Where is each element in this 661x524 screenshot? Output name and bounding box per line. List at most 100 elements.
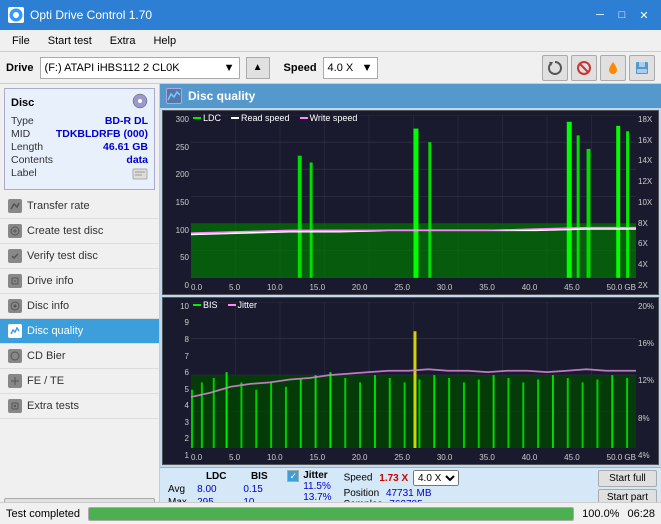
- ldc-y-labels-left: 300250200150100500: [163, 111, 191, 294]
- nav-verify-test-disc-label: Verify test disc: [27, 250, 98, 262]
- menu-start-test[interactable]: Start test: [40, 33, 100, 49]
- type-value: BD-R DL: [105, 115, 148, 127]
- col-bis: BIS: [239, 470, 279, 483]
- mid-value: TDKBLDRFB (000): [56, 128, 148, 140]
- drive-select[interactable]: (F:) ATAPI iHBS112 2 CL0K ▼: [40, 57, 240, 79]
- create-test-disc-icon: [8, 224, 22, 238]
- nav-cd-bier-label: CD Bier: [27, 350, 66, 362]
- drive-info-icon: [8, 274, 22, 288]
- toolbar-icons: [542, 55, 655, 81]
- action-buttons: Start full Start part: [598, 470, 657, 506]
- ldc-y-labels-right: 18X16X14X12X10X8X6X4X2X: [636, 111, 658, 294]
- ldc-chart-svg: [191, 115, 636, 278]
- status-time: 06:28: [627, 508, 655, 520]
- disc-info-panel: Disc Type BD-R DL MID TDKBLDRFB (000) Le…: [4, 88, 155, 190]
- nav-transfer-rate[interactable]: Transfer rate: [0, 194, 159, 219]
- nav-cd-bier[interactable]: CD Bier: [0, 344, 159, 369]
- fe-te-icon: [8, 374, 22, 388]
- nav-extra-tests-label: Extra tests: [27, 400, 79, 412]
- label-value: [132, 167, 148, 184]
- nav-create-test-disc[interactable]: Create test disc: [0, 219, 159, 244]
- disc-type-row: Type BD-R DL: [11, 115, 148, 127]
- nav-verify-test-disc[interactable]: Verify test disc: [0, 244, 159, 269]
- jitter-label: Jitter: [303, 470, 331, 481]
- speed-label: Speed: [284, 62, 317, 74]
- close-button[interactable]: ✕: [635, 6, 653, 24]
- app-icon: [8, 7, 24, 23]
- mid-label: MID: [11, 128, 30, 140]
- drive-label: Drive: [6, 62, 34, 74]
- ldc-x-labels: 0.05.010.015.020.025.030.035.040.045.050…: [191, 283, 636, 292]
- type-label: Type: [11, 115, 34, 127]
- legend-write-speed: Write speed: [300, 113, 358, 123]
- nav-disc-quality-label: Disc quality: [27, 325, 83, 337]
- stats-avg-bis: 0.15: [239, 483, 279, 496]
- content-header: Disc quality: [160, 84, 661, 108]
- save-button[interactable]: [629, 55, 655, 81]
- sidebar: Disc Type BD-R DL MID TDKBLDRFB (000) Le…: [0, 84, 160, 524]
- speed-current: 1.73 X: [379, 473, 408, 484]
- statusbar: Test completed 100.0% 06:28: [0, 502, 661, 524]
- menu-help[interactable]: Help: [145, 33, 184, 49]
- menu-extra[interactable]: Extra: [102, 33, 144, 49]
- legend-ldc: LDC: [193, 113, 221, 123]
- nav-fe-te-label: FE / TE: [27, 375, 64, 387]
- menu-file[interactable]: File: [4, 33, 38, 49]
- eject-button[interactable]: ▲: [246, 57, 270, 79]
- start-full-button[interactable]: Start full: [598, 470, 657, 487]
- burn-button[interactable]: [600, 55, 626, 81]
- disc-length-row: Length 46.61 GB: [11, 141, 148, 153]
- jitter-section: ✓ Jitter 11.5% 13.7%: [287, 470, 331, 503]
- disc-label-row: Label: [11, 167, 148, 184]
- length-value: 46.61 GB: [103, 141, 148, 153]
- length-label: Length: [11, 141, 43, 153]
- disc-panel-title: Disc: [11, 97, 34, 109]
- disc-info-icon: [8, 299, 22, 313]
- stats-avg-row: Avg 8.00 0.15: [164, 483, 279, 496]
- stats-avg-label: Avg: [164, 483, 193, 496]
- legend-bis-dot: [193, 304, 201, 306]
- nav-transfer-rate-label: Transfer rate: [27, 200, 90, 212]
- disc-quality-icon: [8, 324, 22, 338]
- ldc-legend: LDC Read speed Write speed: [193, 113, 357, 123]
- jitter-checkbox[interactable]: ✓: [287, 470, 299, 482]
- maximize-button[interactable]: □: [613, 6, 631, 24]
- window-controls: ─ □ ✕: [591, 6, 653, 24]
- nav-extra-tests[interactable]: Extra tests: [0, 394, 159, 419]
- extra-tests-icon: [8, 399, 22, 413]
- disc-contents-row: Contents data: [11, 154, 148, 166]
- legend-jitter-dot: [228, 304, 236, 306]
- transfer-rate-icon: [8, 199, 22, 213]
- content-area: Disc quality LDC Read speed Write s: [160, 84, 661, 524]
- jitter-avg: 11.5%: [303, 481, 331, 492]
- erase-button[interactable]: [571, 55, 597, 81]
- menubar: File Start test Extra Help: [0, 30, 661, 52]
- bis-x-labels: 0.05.010.015.020.025.030.035.040.045.050…: [191, 453, 636, 462]
- cd-bier-icon: [8, 349, 22, 363]
- stats-avg-ldc: 8.00: [193, 483, 239, 496]
- nav-disc-info[interactable]: Disc info: [0, 294, 159, 319]
- legend-bis: BIS: [193, 300, 218, 310]
- speed-max: 4.0 X 2.0 X 1.0 X: [413, 473, 459, 484]
- speed-select[interactable]: 4.0 X ▼: [323, 57, 378, 79]
- charts-area: LDC Read speed Write speed 3002502001501…: [160, 108, 661, 467]
- nav-disc-info-label: Disc info: [27, 300, 69, 312]
- position-value: 47731 MB: [386, 488, 432, 499]
- nav-drive-info[interactable]: Drive info: [0, 269, 159, 294]
- nav-disc-quality[interactable]: Disc quality: [0, 319, 159, 344]
- speed-max-select[interactable]: 4.0 X 2.0 X 1.0 X: [413, 470, 459, 486]
- content-header-icon: [166, 88, 182, 104]
- main-area: Disc Type BD-R DL MID TDKBLDRFB (000) Le…: [0, 84, 661, 524]
- nav-fe-te[interactable]: FE / TE: [0, 369, 159, 394]
- label-label: Label: [11, 167, 37, 184]
- speed-info-row1: Speed 1.73 X 4.0 X 2.0 X 1.0 X: [344, 470, 459, 486]
- bis-chart: BIS Jitter 10987654321 20%16%12%8%4%: [162, 297, 659, 465]
- legend-ldc-dot: [193, 117, 201, 119]
- app-title: Opti Drive Control 1.70: [30, 8, 152, 22]
- drivebar: Drive (F:) ATAPI iHBS112 2 CL0K ▼ ▲ Spee…: [0, 52, 661, 84]
- progress-bar: [88, 507, 574, 521]
- refresh-button[interactable]: [542, 55, 568, 81]
- minimize-button[interactable]: ─: [591, 6, 609, 24]
- legend-read-speed: Read speed: [231, 113, 290, 123]
- status-text: Test completed: [6, 508, 80, 520]
